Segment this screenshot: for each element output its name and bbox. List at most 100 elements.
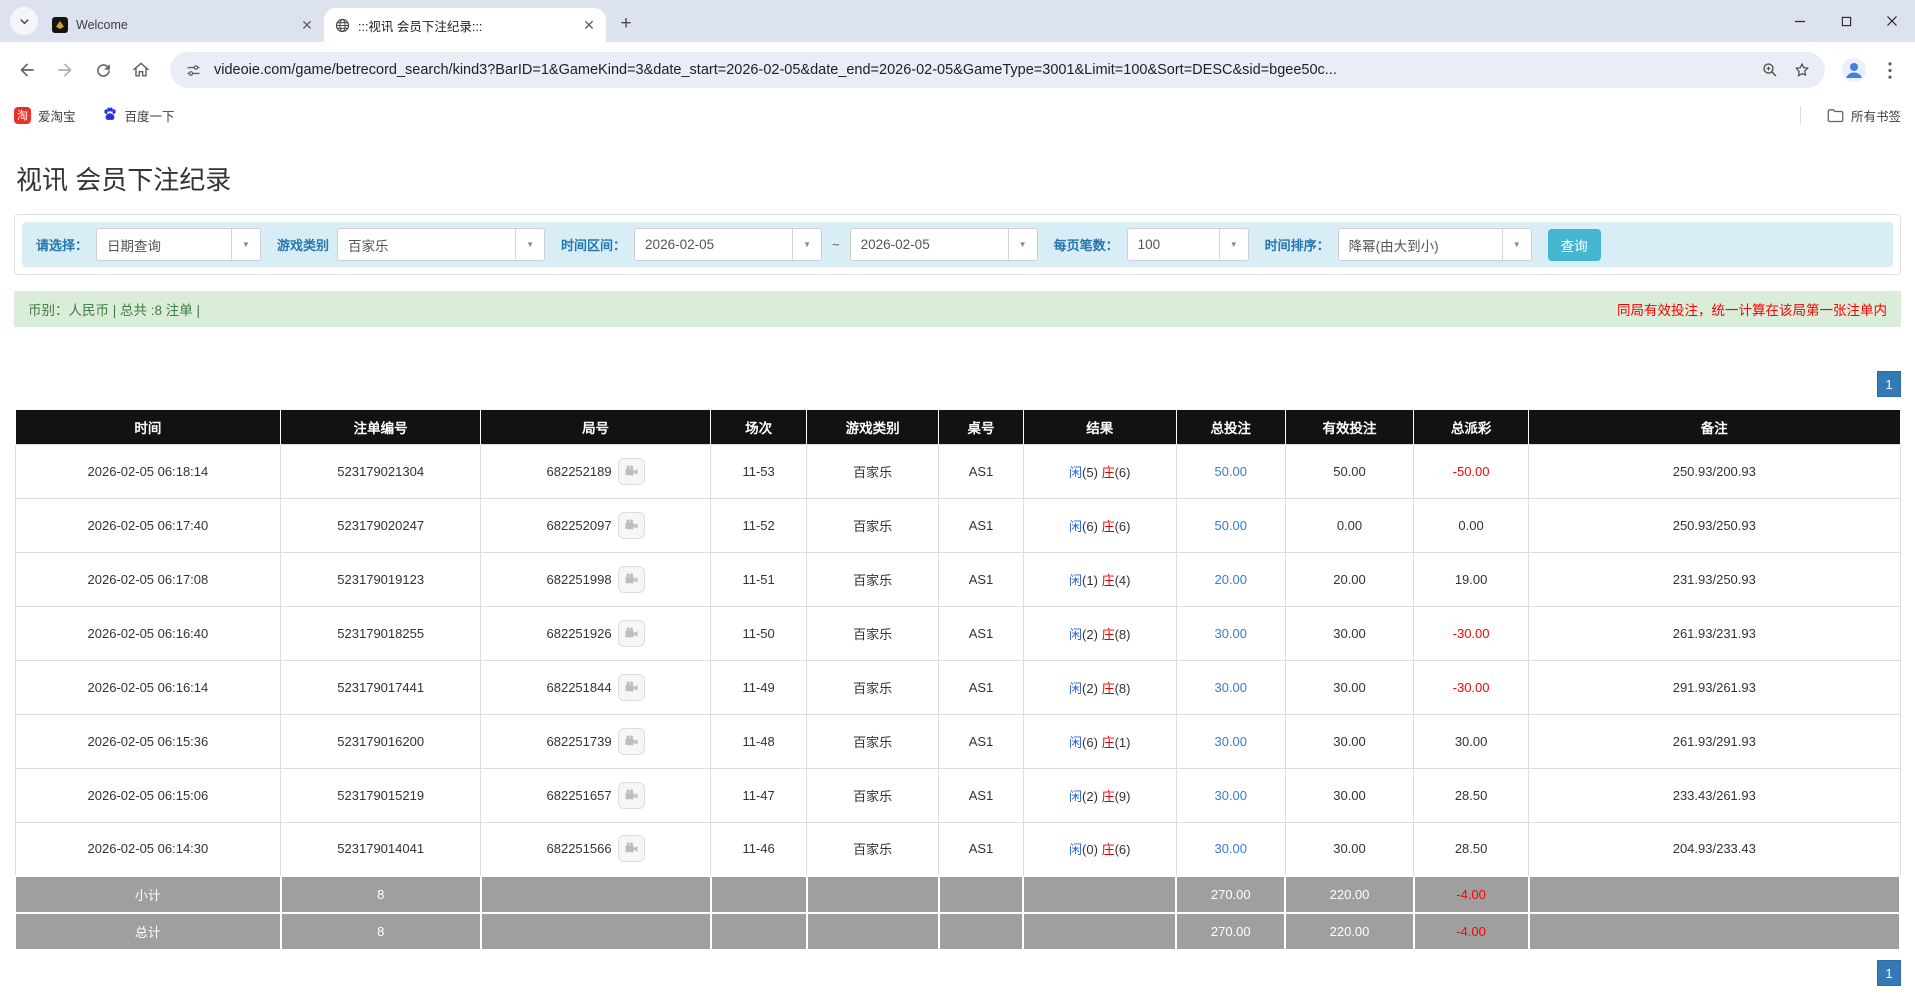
close-window-button[interactable] [1869,0,1915,42]
total-bet-link[interactable]: 30.00 [1214,734,1247,749]
tab-close-icon[interactable]: ✕ [298,16,316,34]
star-icon[interactable] [1791,59,1813,81]
video-replay-button[interactable] [618,512,645,539]
url-bar[interactable]: videoie.com/game/betrecord_search/kind3?… [170,52,1825,88]
total-bet-link[interactable]: 30.00 [1214,788,1247,803]
game-kind-select[interactable]: 百家乐 ▼ [337,228,545,261]
bookmark-taobao[interactable]: 淘 爱淘宝 [14,106,76,125]
kebab-menu-icon[interactable] [1875,53,1905,87]
filter-container: 请选择： 日期查询 ▼ 游戏类别 百家乐 ▼ 时间区间： 2026-02-05 … [14,214,1901,275]
video-replay-button[interactable] [618,674,645,701]
info-bar: 币别：人民币 | 总共 :8 注单 | 同局有效投注，统一计算在该局第一张注单内 [14,291,1901,327]
cell-game: 百家乐 [807,822,939,876]
film-camera-icon [624,464,639,479]
table-row: 2026-02-05 06:14:30 523179014041 6822515… [15,822,1900,876]
cell-bet-id: 523179021304 [281,444,481,498]
tab-welcome[interactable]: Welcome ✕ [42,8,324,42]
all-bookmarks-button[interactable]: 所有书签 [1827,106,1901,125]
chevron-down-icon[interactable]: ▼ [792,229,821,260]
bet-records-table: 时间 注单编号 局号 场次 游戏类别 桌号 结果 总投注 有效投注 总派彩 备注… [14,410,1901,951]
total-bet-link[interactable]: 50.00 [1214,518,1247,533]
cell-game: 百家乐 [807,714,939,768]
video-replay-button[interactable] [618,728,645,755]
cell-bet-id: 523179018255 [281,606,481,660]
video-replay-button[interactable] [618,458,645,485]
total-bet-link[interactable]: 30.00 [1214,841,1247,856]
tab-close-icon[interactable]: ✕ [580,16,598,34]
video-replay-button[interactable] [618,566,645,593]
profile-avatar-icon[interactable] [1837,53,1871,87]
home-button[interactable] [124,53,158,87]
result-banker-count: (6) [1115,842,1131,857]
cell-bet-id: 523179016200 [281,714,481,768]
video-replay-button[interactable] [618,782,645,809]
page-number-button[interactable]: 1 [1877,371,1901,397]
cell-total-bet: 20.00 [1176,552,1285,606]
chevron-down-icon[interactable]: ▼ [1008,229,1037,260]
time-sort-value: 降幂(由大到小) [1339,229,1502,260]
date-range-label: 时间区间： [561,235,626,254]
video-replay-button[interactable] [618,835,645,862]
cell-game: 百家乐 [807,552,939,606]
cell-time: 2026-02-05 06:16:14 [15,660,281,714]
chevron-down-icon[interactable]: ▼ [231,229,260,260]
cell-round: 682251844 [481,660,711,714]
total-bet-link[interactable]: 30.00 [1214,680,1247,695]
minimize-button[interactable] [1777,0,1823,42]
game-kind-label: 游戏类别 [277,235,329,254]
page-number-button[interactable]: 1 [1877,960,1901,986]
total-bet-link[interactable]: 20.00 [1214,572,1247,587]
chevron-down-icon[interactable]: ▼ [1502,229,1531,260]
search-button[interactable]: 查询 [1548,229,1601,261]
film-camera-icon [624,572,639,587]
cell-bet-id: 523179014041 [281,822,481,876]
bookmark-baidu[interactable]: 百度一下 [102,106,175,125]
video-replay-button[interactable] [618,620,645,647]
bookmark-label: 百度一下 [125,106,175,125]
date-end-select[interactable]: 2026-02-05 ▼ [850,228,1038,261]
subtotal-valid-bet: 220.00 [1285,876,1413,913]
result-banker-count: (8) [1115,627,1131,642]
tab-search-button[interactable] [10,7,38,35]
chevron-down-icon[interactable]: ▼ [1219,229,1248,260]
col-session: 场次 [711,410,807,444]
cell-valid-bet: 30.00 [1285,660,1413,714]
cell-round: 682251566 [481,822,711,876]
cell-note: 291.93/261.93 [1529,660,1900,714]
round-number: 682252097 [547,518,612,533]
result-banker-count: (6) [1115,465,1131,480]
round-number: 682251657 [547,788,612,803]
col-valid-bet: 有效投注 [1285,410,1413,444]
reload-button[interactable] [86,53,120,87]
new-tab-button[interactable]: + [612,9,640,37]
url-text[interactable]: videoie.com/game/betrecord_search/kind3?… [214,62,1749,78]
cell-time: 2026-02-05 06:14:30 [15,822,281,876]
cell-payout: -50.00 [1414,444,1529,498]
result-banker: 庄 [1102,627,1115,642]
site-settings-sliders-icon[interactable] [182,59,204,81]
forward-button[interactable] [48,53,82,87]
maximize-button[interactable] [1823,0,1869,42]
back-button[interactable] [10,53,44,87]
round-number: 682251998 [547,572,612,587]
result-banker-count: (9) [1115,789,1131,804]
result-banker: 庄 [1102,573,1115,588]
tab-betrecord[interactable]: :::视讯 会员下注纪录::: ✕ [324,8,606,42]
total-bet-link[interactable]: 30.00 [1214,626,1247,641]
col-round: 局号 [481,410,711,444]
result-player: 闲 [1069,842,1082,857]
cell-round: 682251739 [481,714,711,768]
total-bet-link[interactable]: 50.00 [1214,464,1247,479]
total-label: 总计 [15,913,281,950]
cell-bet-id: 523179020247 [281,498,481,552]
col-game: 游戏类别 [807,410,939,444]
date-start-select[interactable]: 2026-02-05 ▼ [634,228,822,261]
chevron-down-icon[interactable]: ▼ [515,229,544,260]
time-sort-select[interactable]: 降幂(由大到小) ▼ [1338,228,1532,261]
query-type-select[interactable]: 日期查询 ▼ [96,228,261,261]
table-row: 2026-02-05 06:16:40 523179018255 6822519… [15,606,1900,660]
bookmarks-divider [1800,106,1801,124]
zoom-icon[interactable] [1759,59,1781,81]
per-page-select[interactable]: 100 ▼ [1127,228,1249,261]
forward-icon [55,60,75,80]
